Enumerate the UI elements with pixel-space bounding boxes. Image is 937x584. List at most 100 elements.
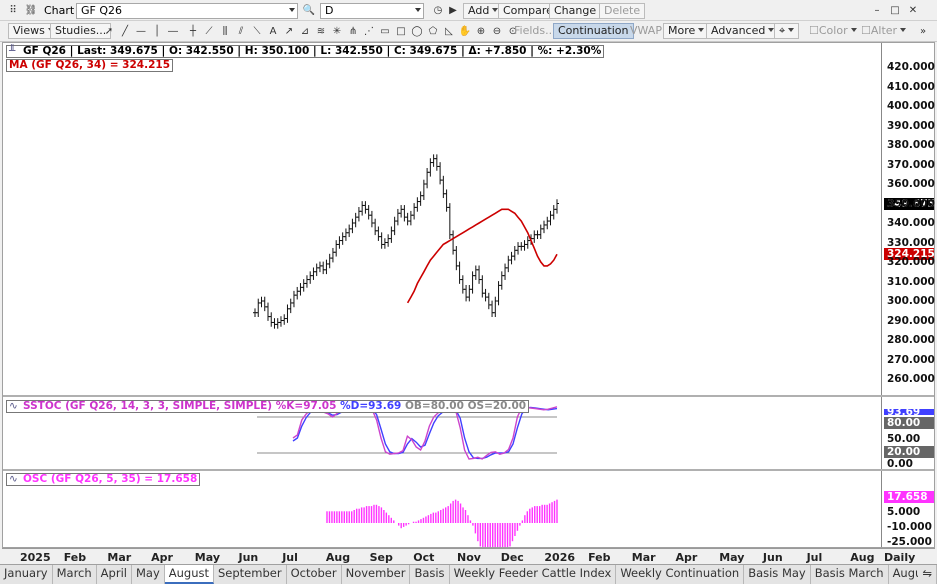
date-axis[interactable]: 2025 Feb Mar Apr May Jun Jul Aug Sep Oct Nov Dec 202… — [2, 548, 935, 564]
date-axis-label: May — [719, 551, 745, 564]
date-axis-label: 2026 — [544, 551, 576, 564]
color-button[interactable]: ☐Color — [804, 23, 862, 39]
sstoc-os-tag: 20.00 — [884, 446, 934, 458]
tab-january[interactable]: January — [0, 565, 53, 584]
osc-tick: -10.000 — [887, 521, 932, 533]
crosshair-button[interactable]: ⌖ — [774, 23, 800, 39]
alter-button[interactable]: ☐Alter — [856, 23, 911, 39]
text-tool-icon[interactable]: A — [266, 24, 280, 38]
regression-tool-icon[interactable]: ⟍ — [250, 24, 264, 38]
price-bar — [486, 292, 491, 310]
tab-basis-march[interactable]: Basis March — [811, 565, 889, 584]
vwap-button[interactable]: VWAP — [625, 23, 667, 39]
sstoc-top-tag: 93.69 — [884, 409, 934, 415]
date-axis-label: Daily — [884, 551, 916, 564]
tab-march[interactable]: March — [53, 565, 97, 584]
horizontal-line-icon[interactable]: ― — [166, 24, 180, 38]
ray-tool-icon[interactable]: ⟋ — [202, 24, 216, 38]
tab-strip: January March April May August September Octob… — [0, 564, 937, 584]
price-bar — [343, 228, 348, 241]
price-bar — [493, 296, 498, 317]
hand-tool-icon[interactable]: ✋ — [458, 24, 472, 38]
tab-basis-may[interactable]: Basis May — [744, 565, 811, 584]
osc-legend[interactable]: ∿ OSC (GF Q26, 5, 35) = 17.658 — [6, 473, 201, 486]
date-axis-label: Jul — [806, 551, 823, 564]
tab-september[interactable]: September — [214, 565, 287, 584]
price-bar — [288, 298, 293, 314]
price-bar — [311, 267, 316, 280]
price-bar — [464, 285, 469, 302]
continuation-button[interactable]: Continuation — [553, 23, 634, 39]
speed-line-icon[interactable]: ⋰ — [362, 24, 376, 38]
maximize-icon[interactable]: □ — [888, 3, 902, 17]
price-bar — [256, 298, 261, 317]
arrow-tool-icon[interactable]: ↗ — [282, 24, 296, 38]
link-chain-icon[interactable]: ⛓ — [24, 3, 38, 17]
sstoc-pane[interactable]: ∿ SSTOC (GF Q26, 14, 3, 3, SIMPLE, SIMPLE… — [3, 397, 881, 469]
tab-scroll-icon[interactable]: ⇋ — [918, 565, 937, 584]
gann-tool-icon[interactable]: ✳ — [330, 24, 344, 38]
tab-weekly-feeder-cattle-index[interactable]: Weekly Feeder Cattle Index — [450, 565, 617, 584]
delete-button[interactable]: Delete — [599, 3, 646, 19]
more-button[interactable]: More — [663, 23, 710, 39]
osc-axis[interactable]: 17.658 5.000 -10.000 -25.000 — [881, 471, 934, 547]
sstoc-legend[interactable]: ∿ SSTOC (GF Q26, 14, 3, 3, SIMPLE, SIMPLE… — [6, 400, 530, 413]
overflow-chevron-icon[interactable]: » — [916, 24, 930, 38]
quote-last: Last: 349.675 — [77, 45, 158, 57]
osc-pane[interactable]: ∿ OSC (GF Q26, 5, 35) = 17.658 — [3, 471, 881, 557]
price-bar — [337, 236, 342, 249]
sstoc-title: SSTOC (GF Q26, 14, 3, 3, SIMPLE, SIMPLE) — [23, 400, 273, 412]
price-tick: 380.000 — [887, 139, 935, 151]
play-icon[interactable]: ▶ — [446, 3, 460, 17]
symbol-input[interactable]: GF Q26 — [76, 3, 298, 19]
measure-tool-icon[interactable]: ⊿ — [298, 24, 312, 38]
rectangle-tool-icon[interactable]: □ — [394, 24, 408, 38]
tab-weekly-continuation[interactable]: Weekly Continuation — [616, 565, 745, 584]
price-bar — [480, 275, 485, 298]
price-axis[interactable]: 349.675 324.215 420.000 410.000 400.000 390… — [881, 43, 935, 395]
vertical-line-icon[interactable]: │ — [150, 24, 164, 38]
polygon-tool-icon[interactable]: ⬠ — [426, 24, 440, 38]
grip-dots-icon[interactable]: ⠿ — [6, 3, 20, 17]
cursor-arrow-icon[interactable]: ➚ — [102, 24, 116, 38]
price-bar — [350, 218, 355, 234]
interval-dropdown-icon[interactable] — [415, 8, 421, 12]
ma-legend[interactable]: MA (GF Q26, 34) = 324.215 — [6, 59, 174, 72]
draw-tool-icon[interactable]: — — [134, 24, 148, 38]
tab-april[interactable]: April — [97, 565, 132, 584]
minimize-icon[interactable]: – — [870, 3, 884, 17]
search-icon[interactable]: 🔍 — [302, 3, 316, 17]
symbol-dropdown-icon[interactable] — [289, 8, 295, 12]
cross-tool-icon[interactable]: ┼ — [186, 24, 200, 38]
sstoc-k: %K=97.05 — [275, 400, 337, 412]
tab-basis[interactable]: Basis — [410, 565, 450, 584]
alter-checkbox-icon: ☐ — [861, 24, 871, 37]
sstoc-d-line — [292, 406, 558, 460]
zoom-in-icon[interactable]: ⊕ — [474, 24, 488, 38]
clock-back-icon[interactable]: ◷ — [431, 3, 445, 17]
price-pane[interactable]: ╨ GF Q26 | Last: 349.675 | O: 342.550 | H… — [3, 43, 881, 395]
price-bar — [460, 275, 465, 294]
tab-august[interactable]: August — [164, 565, 214, 584]
tab-october[interactable]: October — [287, 565, 342, 584]
close-icon[interactable]: ✕ — [906, 3, 920, 17]
tab-november[interactable]: November — [342, 565, 411, 584]
price-bar — [467, 285, 472, 302]
zoom-out-icon[interactable]: ⊖ — [490, 24, 504, 38]
date-axis-label: Apr — [151, 551, 173, 564]
advanced-button[interactable]: Advanced — [706, 23, 780, 39]
square-tool-icon[interactable]: ▭ — [378, 24, 392, 38]
channel-tool-icon[interactable]: ⫽ — [234, 24, 248, 38]
price-bar — [392, 216, 397, 236]
pitchfork-tool-icon[interactable]: ⋔ — [346, 24, 360, 38]
wedge-tool-icon[interactable]: ◺ — [442, 24, 456, 38]
date-axis-label: Dec — [500, 551, 524, 564]
fib-tool-icon[interactable]: ⫼ — [218, 24, 232, 38]
line-tool-icon[interactable]: ╱ — [118, 24, 132, 38]
interval-input[interactable]: D — [320, 3, 424, 19]
price-bar — [376, 226, 381, 241]
ellipse-tool-icon[interactable]: ◯ — [410, 24, 424, 38]
sstoc-axis[interactable]: 93.69 80.00 50.00 20.00 0.00 — [881, 397, 934, 469]
cycle-tool-icon[interactable]: ≋ — [314, 24, 328, 38]
tab-may[interactable]: May — [132, 565, 165, 584]
